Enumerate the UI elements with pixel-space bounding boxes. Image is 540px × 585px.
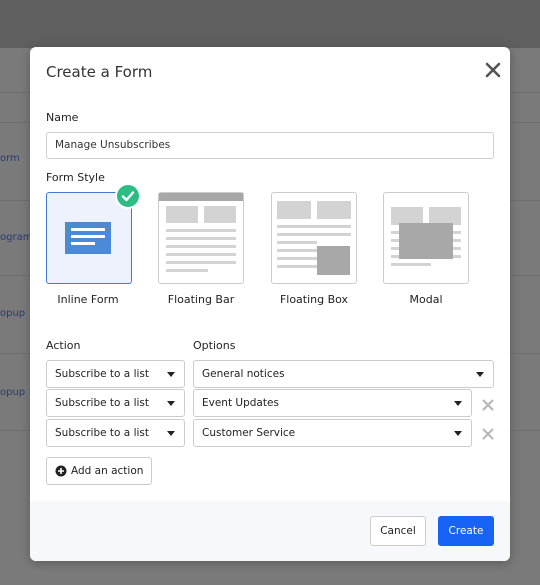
option-select-value: Event Updates	[202, 397, 279, 409]
name-input[interactable]: Manage Unsubscribes	[46, 132, 494, 159]
remove-icon	[482, 428, 494, 440]
action-label: Action	[46, 339, 81, 352]
chevron-down-icon	[454, 431, 462, 436]
create-button[interactable]: Create	[438, 516, 494, 546]
background-link: opup	[0, 387, 26, 398]
add-action-label: Add an action	[71, 465, 144, 477]
background-header	[0, 0, 540, 48]
remove-action-button[interactable]	[481, 426, 495, 440]
style-name-inline-form: Inline Form	[57, 293, 119, 306]
action-select-value: Subscribe to a list	[55, 397, 149, 409]
close-button[interactable]	[483, 60, 503, 80]
action-select-value: Subscribe to a list	[55, 427, 149, 439]
action-select[interactable]: Subscribe to a list	[46, 360, 185, 388]
remove-action-button[interactable]	[481, 397, 495, 411]
plus-circle-icon	[55, 465, 67, 477]
create-form-dialog: Create a Form Name Manage Unsubscribes F…	[30, 47, 510, 561]
chevron-down-icon	[167, 401, 175, 406]
action-select-value: Subscribe to a list	[55, 368, 149, 380]
background-link: orm	[0, 153, 20, 164]
option-select[interactable]: General notices	[193, 360, 494, 388]
style-name-floating-bar: Floating Bar	[167, 293, 235, 306]
modal-icon	[391, 207, 461, 266]
style-option-floating-box[interactable]	[271, 192, 357, 284]
form-style-label: Form Style	[46, 171, 105, 184]
dialog-title: Create a Form	[46, 63, 153, 81]
option-select[interactable]: Customer Service	[193, 419, 472, 447]
dialog-footer: Cancel Create	[30, 501, 510, 561]
cancel-button[interactable]: Cancel	[370, 516, 426, 546]
chevron-down-icon	[167, 372, 175, 377]
style-name-floating-box: Floating Box	[279, 293, 349, 306]
option-select-value: General notices	[202, 368, 285, 380]
floating-box-icon	[277, 201, 351, 275]
action-select[interactable]: Subscribe to a list	[46, 389, 185, 417]
chevron-down-icon	[476, 372, 484, 377]
action-select[interactable]: Subscribe to a list	[46, 419, 185, 447]
style-option-modal[interactable]	[383, 192, 469, 284]
option-select-value: Customer Service	[202, 427, 296, 439]
style-option-floating-bar[interactable]	[158, 192, 244, 284]
close-icon	[485, 62, 501, 78]
selected-check-badge	[115, 183, 141, 209]
chevron-down-icon	[167, 431, 175, 436]
floating-bar-icon	[159, 193, 243, 272]
options-label: Options	[193, 339, 236, 352]
name-label: Name	[46, 111, 79, 124]
checkmark-icon	[121, 191, 135, 202]
option-select[interactable]: Event Updates	[193, 389, 472, 417]
style-name-modal: Modal	[409, 293, 443, 306]
background-link: opup	[0, 308, 26, 319]
chevron-down-icon	[454, 401, 462, 406]
background-link: ogram	[0, 232, 33, 243]
add-action-button[interactable]: Add an action	[46, 457, 152, 485]
remove-icon	[482, 399, 494, 411]
